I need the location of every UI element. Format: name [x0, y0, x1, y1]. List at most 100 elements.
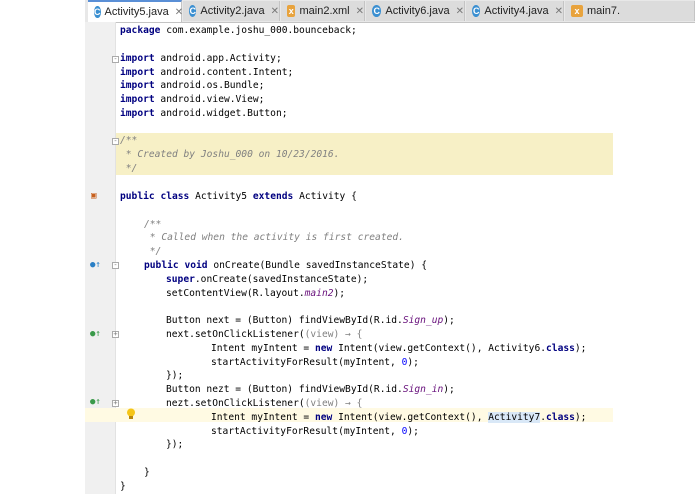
code-line: startActivityForResult(myIntent, 0); — [211, 356, 419, 370]
keyword: void — [184, 260, 208, 271]
statement: Button nezt = (Button) findViewById(R.id… — [166, 384, 403, 395]
statement: ); — [443, 315, 455, 326]
statement: ); — [574, 412, 587, 423]
code-line: super.onCreate(savedInstanceState); — [166, 273, 368, 287]
keyword: class — [546, 343, 575, 354]
comment-line: */ — [120, 163, 138, 174]
code-line: package com.example.joshu_000.bounceback… — [120, 24, 357, 38]
import-path: android.widget.Button; — [154, 108, 288, 119]
java-class-icon: C — [472, 5, 481, 17]
code-line: setContentView(R.layout.main2); — [166, 287, 345, 301]
package-name: com.example.joshu_000.bounceback; — [160, 25, 357, 36]
statement: startActivityForResult(myIntent, — [211, 426, 402, 437]
code-line: next.setOnClickListener((view) → { — [166, 328, 362, 342]
code-line: Intent myIntent = new Intent(view.getCon… — [211, 411, 586, 425]
tab-label: Activity2.java — [200, 5, 265, 17]
java-class-icon: C — [189, 5, 197, 17]
keyword: class — [160, 191, 190, 202]
statement: Button next = (Button) findViewById(R.id… — [166, 315, 403, 326]
close-icon[interactable]: ✕ — [456, 6, 464, 17]
comment-line: /** — [144, 219, 162, 230]
code-line: import android.os.Bundle; — [120, 79, 264, 93]
comment-line: * Created by Joshu_000 on 10/23/2016. — [120, 149, 340, 160]
selected-text[interactable]: Activity7 — [488, 412, 541, 423]
code-editor[interactable]: package com.example.joshu_000.bounceback… — [116, 22, 695, 494]
statement: .onCreate(savedInstanceState); — [194, 274, 369, 285]
left-margin — [0, 0, 85, 494]
import-path: android.app.Activity; — [154, 53, 282, 64]
xml-file-icon: x — [571, 5, 583, 17]
override-marker-icon[interactable]: ●↑ — [90, 329, 101, 339]
statement: next.setOnClickListener( — [166, 329, 305, 340]
close-icon[interactable]: ✕ — [271, 6, 279, 17]
field-ref: Sign_in — [402, 384, 444, 395]
keyword: import — [120, 108, 155, 119]
tab-label: Activity4.java — [484, 5, 549, 17]
lambda: (view) → { — [304, 398, 363, 409]
tab-main2[interactable]: x main2.xml ✕ — [281, 1, 365, 21]
code-line: startActivityForResult(myIntent, 0); — [211, 425, 419, 439]
statement: nezt.setOnClickListener( — [166, 398, 305, 409]
code-line: import android.app.Activity; — [120, 52, 282, 66]
class-marker-icon: ▣ — [91, 191, 97, 201]
import-path: android.os.Bundle; — [154, 80, 265, 91]
code-line: Button nezt = (Button) findViewById(R.id… — [166, 383, 455, 397]
keyword: import — [120, 80, 155, 91]
field-ref: main2 — [304, 288, 334, 299]
tab-activity4[interactable]: C Activity4.java ✕ — [466, 1, 564, 21]
keyword: new — [314, 412, 333, 423]
keyword: new — [314, 343, 333, 354]
tab-label: Activity6.java — [385, 5, 450, 17]
class-name: Activity5 — [189, 191, 253, 202]
method-signature: onCreate(Bundle savedInstanceState) { — [207, 260, 428, 271]
keyword: extends — [252, 191, 294, 202]
close-icon[interactable]: ✕ — [356, 6, 364, 17]
statement: ); — [333, 288, 346, 299]
statement: ); — [443, 384, 455, 395]
parent-class: Activity { — [293, 191, 357, 202]
statement: Intent(view.getContext(), Activity6. — [332, 343, 547, 354]
code-line: Button next = (Button) findViewById(R.id… — [166, 314, 455, 328]
keyword: public — [144, 260, 179, 271]
close-icon[interactable]: ✕ — [175, 7, 183, 18]
code-line: import android.content.Intent; — [120, 66, 293, 80]
comment-line: /** — [120, 135, 138, 146]
java-class-icon: C — [94, 6, 101, 18]
keyword: import — [120, 53, 155, 64]
statement: ); — [574, 343, 587, 354]
comment-line: * Called when the activity is first crea… — [144, 232, 404, 243]
tab-activity2[interactable]: C Activity2.java ✕ — [183, 1, 280, 21]
method-declaration: public void onCreate(Bundle savedInstanc… — [144, 259, 427, 273]
editor-gutter — [85, 22, 116, 494]
code-line: }); — [166, 370, 184, 381]
keyword: public — [120, 191, 155, 202]
code-line: } — [144, 467, 150, 478]
keyword: import — [120, 94, 155, 105]
statement: Intent myIntent = — [211, 343, 315, 354]
tab-main7[interactable]: x main7. — [565, 1, 695, 21]
code-line: nezt.setOnClickListener((view) → { — [166, 397, 362, 411]
statement: ); — [407, 426, 419, 437]
tab-label: main7. — [587, 5, 621, 17]
statement: Intent(view.getContext(), — [332, 412, 489, 423]
override-marker-icon[interactable]: ●↑ — [90, 260, 101, 270]
editor-tab-bar: C Activity5.java ✕ C Activity2.java ✕ x … — [85, 0, 695, 23]
statement: startActivityForResult(myIntent, — [211, 357, 402, 368]
tab-label: Activity5.java — [104, 6, 169, 18]
override-marker-icon[interactable]: ●↑ — [90, 397, 101, 407]
keyword: super — [166, 274, 195, 285]
tab-activity6[interactable]: C Activity6.java ✕ — [366, 1, 465, 21]
java-class-icon: C — [372, 5, 382, 17]
import-path: android.content.Intent; — [154, 67, 294, 78]
close-icon[interactable]: ✕ — [555, 6, 563, 17]
code-line: Intent myIntent = new Intent(view.getCon… — [211, 342, 586, 356]
statement: ); — [407, 357, 419, 368]
statement: setContentView(R.layout. — [166, 288, 305, 299]
keyword: class — [546, 412, 575, 423]
lambda: (view) → { — [304, 329, 363, 340]
statement: Intent myIntent = — [211, 412, 315, 423]
xml-file-icon: x — [287, 5, 296, 17]
comment-line: */ — [144, 246, 162, 257]
import-path: android.view.View; — [154, 94, 265, 105]
tab-activity5[interactable]: C Activity5.java ✕ — [88, 0, 183, 22]
